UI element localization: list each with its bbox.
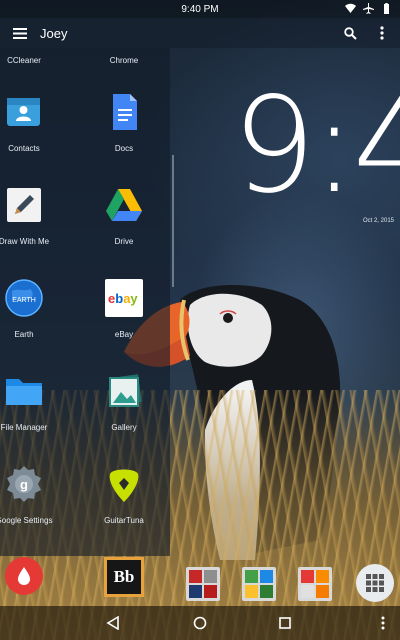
status-bar: 9:40 PM: [0, 0, 400, 18]
overflow-menu-icon[interactable]: [374, 24, 390, 42]
overflow-menu-icon[interactable]: [374, 614, 392, 632]
folder-group-icon: [242, 567, 276, 601]
drop-icon: [5, 557, 43, 595]
folder-group-2[interactable]: [242, 567, 276, 606]
app-label: GuitarTuna: [104, 516, 144, 525]
app-earth[interactable]: EARTH Earth: [0, 278, 64, 339]
app-label: Gallery: [111, 423, 137, 432]
app-label: Drive: [114, 237, 134, 246]
back-icon[interactable]: [104, 614, 122, 632]
app-grid-icon: [356, 564, 394, 602]
app-label: File Manager: [0, 423, 48, 432]
app-label: Earth: [14, 330, 34, 339]
guitar-pick-icon: [104, 464, 144, 504]
navigation-bar: [0, 606, 400, 640]
pencil-icon: [4, 185, 44, 225]
app-label: Google Settings: [0, 516, 53, 525]
app-contacts[interactable]: Contacts: [0, 92, 64, 153]
svg-text:EARTH: EARTH: [12, 297, 36, 304]
drop-app-button[interactable]: [4, 556, 44, 601]
folder-group-icon: [298, 567, 332, 601]
gallery-icon: [104, 371, 144, 411]
drawer-scrollbar[interactable]: [172, 155, 174, 287]
app-draw-with-me[interactable]: Draw With Me: [0, 185, 64, 246]
blackboard-label: Bb: [113, 567, 135, 586]
app-chrome[interactable]: Chrome: [84, 56, 164, 65]
earth-icon: EARTH: [4, 278, 44, 318]
drive-icon: [104, 185, 144, 225]
recents-icon[interactable]: [276, 614, 294, 632]
google-settings-icon: g: [4, 464, 44, 504]
folder-icon: [4, 371, 44, 411]
app-label: Chrome: [109, 56, 139, 65]
app-drive[interactable]: Drive: [84, 185, 164, 246]
search-icon[interactable]: [342, 24, 358, 42]
wifi-icon: [345, 3, 356, 14]
app-label: Contacts: [8, 144, 40, 153]
app-file-manager[interactable]: File Manager: [0, 371, 64, 432]
folder-group-3[interactable]: [298, 567, 332, 606]
airplane-icon: [363, 3, 374, 14]
folder-group-icon: [186, 567, 220, 601]
hamburger-menu-icon[interactable]: [0, 18, 40, 48]
app-gallery[interactable]: Gallery: [84, 371, 164, 432]
battery-icon: [381, 3, 392, 14]
folder-group-1[interactable]: [186, 567, 220, 606]
app-ebay[interactable]: ebay eBay: [84, 278, 164, 339]
clock-date: Oct 2, 2015: [362, 218, 394, 224]
status-time: 9:40 PM: [181, 3, 219, 15]
clock-time: 9:4: [232, 80, 400, 223]
blackboard-app-button[interactable]: Bb: [104, 557, 144, 602]
ebay-icon: ebay: [104, 278, 144, 318]
app-label: Draw With Me: [0, 237, 50, 246]
app-label: eBay: [114, 330, 134, 339]
app-bar-title: Joey: [40, 25, 68, 41]
app-grid-button[interactable]: [355, 563, 395, 608]
contacts-icon: [4, 92, 44, 132]
home-icon[interactable]: [191, 614, 209, 632]
clock-widget[interactable]: 9:4: [222, 80, 400, 230]
svg-text:ebay: ebay: [108, 291, 138, 306]
svg-text:g: g: [20, 477, 28, 492]
app-ccleaner[interactable]: CCleaner: [0, 56, 64, 65]
docs-icon: [104, 92, 144, 132]
app-google-settings[interactable]: g Google Settings: [0, 464, 64, 525]
app-guitartuna[interactable]: GuitarTuna: [84, 464, 164, 525]
app-bar: Joey: [0, 18, 400, 48]
app-label: CCleaner: [7, 56, 41, 65]
app-label: Docs: [114, 144, 134, 153]
app-docs[interactable]: Docs: [84, 92, 164, 153]
